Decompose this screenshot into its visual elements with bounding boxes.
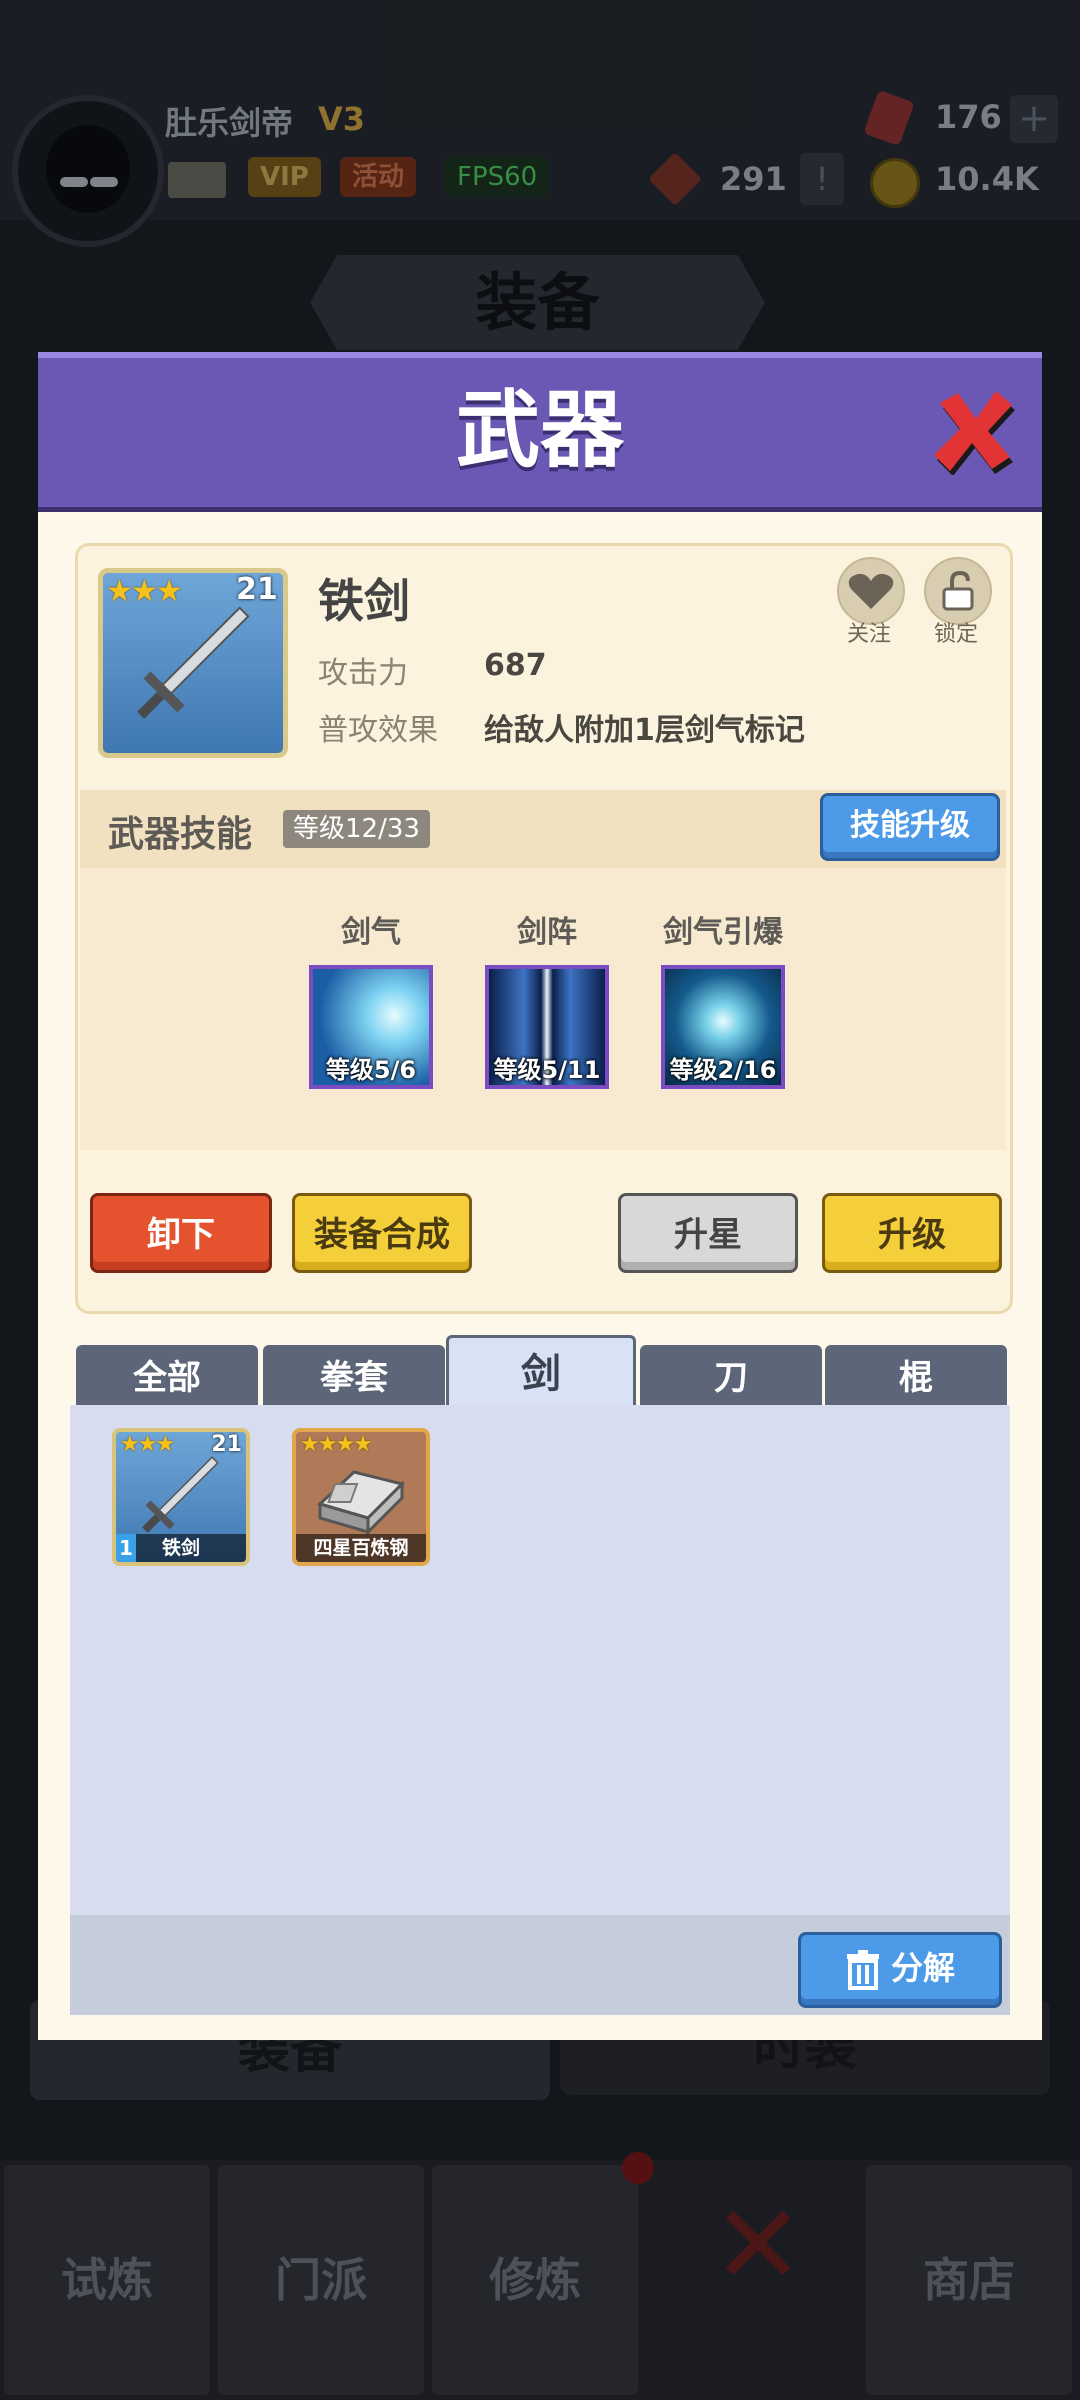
skill-name: 剑阵 [517,915,577,950]
lock-button[interactable] [924,557,992,625]
skill-upgrade-button[interactable]: 技能升级 [820,793,1000,861]
sword-qi-burst-skill-icon[interactable]: 等级2/16 [661,965,785,1089]
unlock-icon [942,570,974,611]
star-up-button[interactable]: 升星 [618,1193,798,1273]
coin-count: 10.4K [935,160,1039,198]
trash-icon [846,1950,879,1990]
skill-level-badge: 等级12/33 [283,810,430,848]
weapon-skill-title: 武器技能 [108,814,253,855]
heart-icon [848,573,894,609]
nav-trial-label: 试炼 [61,2253,153,2307]
weapon-level: 21 [236,572,278,607]
close-icon [934,391,1015,476]
item-stars: ★★★ [120,1432,175,1457]
skill-name: 剑气引爆 [663,915,783,950]
lock-label: 锁定 [933,622,978,647]
effect-value: 给敌人附加1层剑气标记 [484,713,805,748]
weapon-name: 铁剑 [318,574,410,628]
tab-sword[interactable]: 剑 [446,1335,636,1407]
decompose-label: 分解 [890,1949,955,1987]
nav-cultivate-label: 修炼 [489,2253,581,2307]
mail-icon[interactable] [168,162,226,198]
decompose-button[interactable]: 分解 [798,1932,1002,2008]
equipment-crossed-swords-icon[interactable]: ✕ [712,2190,804,2300]
item-count: 1 [116,1534,136,1562]
skill-level: 等级5/11 [493,1056,601,1084]
vip-level: V3 [318,100,366,138]
attack-label: 攻击力 [318,656,408,691]
add-gems-button[interactable]: + [1010,95,1058,143]
skill-name: 剑气 [341,915,401,950]
inventory-item[interactable]: ★★★ 21 1 铁剑 [112,1428,250,1566]
sword-qi-skill-icon[interactable]: 等级5/6 [309,965,433,1089]
unequip-button[interactable]: 卸下 [90,1193,272,1273]
coin-icon [870,158,920,208]
skill-level: 等级5/6 [325,1056,417,1084]
gem-count: 176 [935,98,1002,136]
nav-sect-label: 门派 [275,2253,367,2307]
notification-dot [622,2152,654,2184]
fps-indicator: FPS60 [445,157,550,197]
level-up-button[interactable]: 升级 [822,1193,1002,1273]
tab-all[interactable]: 全部 [76,1345,258,1407]
tab-blade[interactable]: 刀 [640,1345,822,1407]
ninja-face-icon [46,125,130,213]
equipment-section-title: 装备 [310,255,765,350]
sword-array-skill-icon[interactable]: 等级5/11 [485,965,609,1089]
item-name: 四星百炼钢 [296,1534,426,1562]
modal-title: 武器 [455,381,624,479]
attack-value: 687 [484,648,547,683]
activity-button[interactable]: 活动 [340,157,417,197]
tab-staff[interactable]: 棍 [825,1345,1007,1407]
skill-level: 等级2/16 [669,1056,777,1084]
item-stars: ★★★★ [300,1432,373,1457]
player-avatar[interactable] [12,95,164,247]
close-button[interactable] [928,385,1018,476]
token-count: 291 [720,160,787,198]
follow-label: 关注 [846,622,891,647]
player-name: 肚乐剑帝 [165,104,294,142]
weapon-stars: ★★★ [106,574,183,609]
synthesize-button[interactable]: 装备合成 [292,1193,472,1273]
alert-button[interactable]: ! [800,153,844,205]
follow-button[interactable] [837,557,905,625]
inventory-item[interactable]: ★★★★ 四星百炼钢 [292,1428,430,1566]
nav-shop-label: 商店 [923,2253,1015,2307]
effect-label: 普攻效果 [318,713,438,748]
item-level: 21 [211,1432,242,1457]
tab-gauntlet[interactable]: 拳套 [263,1345,445,1407]
vip-button[interactable]: VIP [248,157,321,197]
